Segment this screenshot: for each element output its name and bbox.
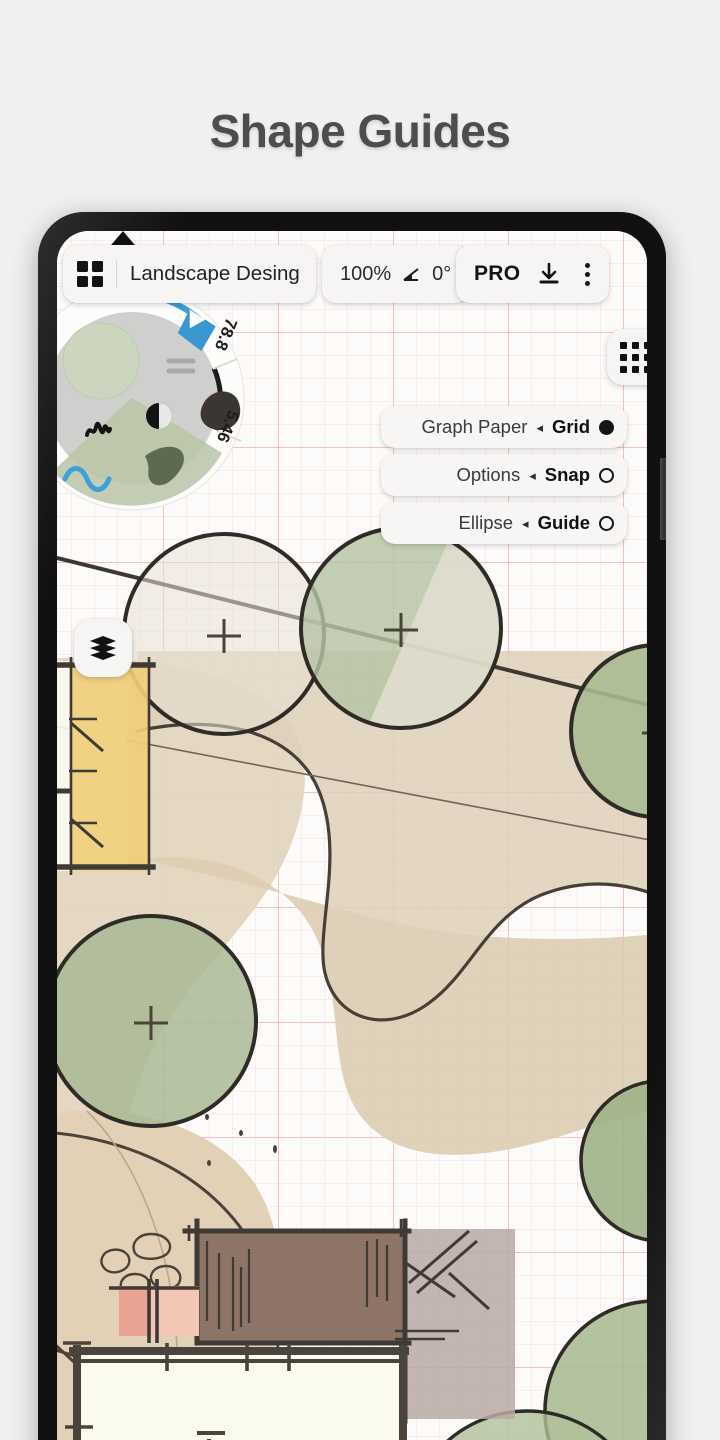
angle-icon <box>403 267 419 281</box>
guide-row-left-label[interactable]: Graph Paper <box>422 416 528 438</box>
kebab-menu-icon[interactable] <box>578 262 597 286</box>
zoom-level[interactable]: 100% <box>340 263 391 286</box>
opacity-icon <box>146 403 172 429</box>
apps-grid-icon <box>619 341 647 373</box>
toolbar-divider <box>116 260 117 288</box>
guide-toggle-dot[interactable] <box>599 515 614 531</box>
download-icon[interactable] <box>536 261 562 287</box>
caret-left-icon[interactable]: ◂ <box>522 517 529 530</box>
guide-row-right-label[interactable]: Snap <box>545 464 590 486</box>
tree-symbol <box>122 532 326 736</box>
rotation-angle[interactable]: 0° <box>432 263 451 286</box>
caret-left-icon[interactable]: ◂ <box>536 421 543 434</box>
layers-icon <box>90 636 116 660</box>
phone-screen: 78.8 5.46 78.8 Landscape Desing 100% 0° … <box>57 231 647 1440</box>
document-toolbar[interactable]: Landscape Desing <box>63 245 316 303</box>
shape-guide-rows: Graph Paper ◂ Grid Options ◂ Snap Ellips… <box>381 406 627 550</box>
guide-row-left-label[interactable]: Options <box>456 464 520 486</box>
guide-row-ellipse[interactable]: Ellipse ◂ Guide <box>381 502 627 544</box>
zoom-angle-toolbar[interactable]: 100% 0° <box>322 245 470 303</box>
power-button[interactable] <box>660 458 666 540</box>
caret-left-icon[interactable]: ◂ <box>529 469 536 482</box>
guide-toggle-dot[interactable] <box>599 467 614 483</box>
floor-plan <box>63 1341 409 1440</box>
guide-row-right-label[interactable]: Grid <box>552 416 590 438</box>
actions-toolbar[interactable]: PRO <box>456 245 610 303</box>
pro-badge[interactable]: PRO <box>474 262 520 286</box>
guide-row-options[interactable]: Options ◂ Snap <box>381 454 627 496</box>
tree-symbol <box>57 914 258 1128</box>
apps-grid-button[interactable] <box>607 329 647 385</box>
document-title[interactable]: Landscape Desing <box>130 262 300 286</box>
grid-4-icon[interactable] <box>77 261 103 287</box>
drawing-canvas[interactable]: 78.8 5.46 78.8 Landscape Desing 100% 0° … <box>57 231 647 1440</box>
guide-toggle-dot[interactable] <box>599 419 614 435</box>
guide-row-right-label[interactable]: Guide <box>538 512 590 534</box>
phone-device-frame: 78.8 5.46 78.8 Landscape Desing 100% 0° … <box>38 212 666 1440</box>
deck-structure <box>57 657 156 875</box>
page-title: Shape Guides <box>209 105 511 157</box>
radial-tool-wheel[interactable]: 78.8 5.46 78.8 <box>57 283 247 513</box>
guide-row-graph-paper[interactable]: Graph Paper ◂ Grid <box>381 406 627 448</box>
guide-row-left-label[interactable]: Ellipse <box>459 512 514 534</box>
layers-button[interactable] <box>74 619 132 677</box>
